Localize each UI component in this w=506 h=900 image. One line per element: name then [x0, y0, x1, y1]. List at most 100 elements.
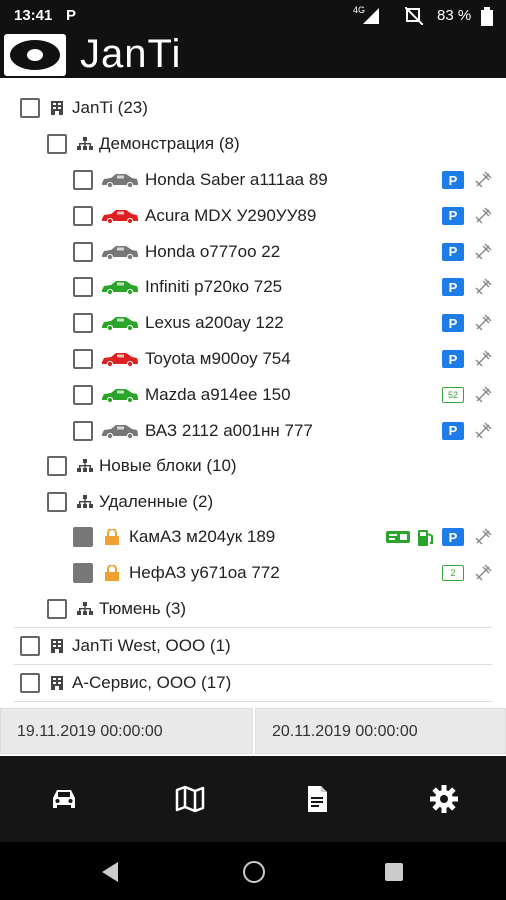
vehicle-row[interactable]: Acura MDX У290УУ89 P [73, 198, 492, 234]
parking-badge: P [442, 171, 464, 189]
back-icon[interactable] [102, 862, 120, 882]
car-icon [102, 245, 138, 260]
settings-icon[interactable] [428, 783, 460, 815]
satellite-icon[interactable] [474, 386, 492, 404]
satellite-icon[interactable] [474, 528, 492, 546]
vehicle-label: Infiniti р720ко 725 [145, 277, 283, 297]
battery-percent: 83 % [437, 7, 472, 24]
building-icon [50, 101, 64, 115]
checkbox[interactable] [73, 241, 93, 262]
checkbox[interactable] [47, 599, 67, 619]
vehicle-row[interactable]: Mazda а914ее 150 52 [73, 377, 492, 413]
checkbox[interactable] [73, 277, 93, 298]
vehicle-label: ВАЗ 2112 а001нн 777 [145, 420, 313, 440]
group-label: JanTi (23) [72, 98, 148, 117]
subgroup-new-blocks[interactable]: Новые блоки (10) [47, 448, 237, 484]
vehicle-label: Lexus а200ау 122 [145, 313, 284, 333]
lock-icon [105, 529, 119, 545]
subgroup-demo[interactable]: Демонстрация (8) [47, 126, 240, 162]
satellite-icon[interactable] [474, 243, 492, 261]
parking-badge: P [442, 206, 464, 225]
vehicle-label: КамАЗ м204ук 189 [129, 527, 276, 546]
checkbox[interactable] [47, 456, 67, 476]
checkbox[interactable] [20, 673, 40, 693]
parking-badge: P [442, 528, 464, 546]
vehicle-label: НефАЗ у671оа 772 [129, 563, 280, 582]
status-time: 13:41 [14, 7, 53, 24]
checkbox[interactable] [73, 384, 93, 405]
group-janti[interactable]: JanTi (23) [20, 90, 148, 126]
vehicle-label: Mazda а914ее 150 [145, 384, 291, 404]
checkbox[interactable] [73, 170, 93, 190]
hierarchy-icon [77, 459, 93, 473]
vehicle-label: Honda о777оо 22 [145, 241, 281, 261]
wifi-off-icon [405, 7, 423, 25]
car-icon [102, 317, 138, 332]
subgroup-label: Демонстрация (8) [99, 134, 240, 153]
car-icon [102, 353, 138, 367]
satellite-icon[interactable] [474, 422, 492, 440]
satellite-icon[interactable] [474, 278, 492, 296]
vehicle-row[interactable]: Honda Saber а111аа 89 P [73, 162, 492, 198]
vehicle-row[interactable]: НефАЗ у671оа 772 2 [73, 555, 492, 591]
vehicle-row[interactable]: Toyota м900оу 754 P [73, 341, 492, 377]
satellite-icon[interactable] [474, 350, 492, 368]
car-icon [102, 174, 138, 188]
subgroup-tyumen[interactable]: Тюмень (3) [47, 591, 186, 627]
satellite-icon[interactable] [474, 564, 492, 582]
map-icon[interactable] [174, 783, 206, 815]
group-janti-west[interactable]: JanTi West, ООО (1) [20, 628, 231, 664]
date-range: 19.11.2019 00:00:00 20.11.2019 00:00:00 [0, 706, 506, 754]
bottom-nav [0, 756, 506, 842]
fuel-icon [418, 530, 433, 546]
checkbox[interactable] [73, 205, 93, 226]
hierarchy-icon [77, 495, 93, 509]
hierarchy-icon [77, 602, 93, 616]
checkbox[interactable] [73, 563, 93, 583]
checkbox[interactable] [47, 492, 67, 512]
status-bar: 13:41 P 4G 83 % [0, 0, 506, 32]
parking-badge: P [442, 421, 464, 440]
parking-badge: P [442, 314, 464, 333]
checkbox[interactable] [73, 313, 93, 334]
satellite-icon[interactable] [474, 207, 492, 225]
group-a-service[interactable]: А-Сервис, ООО (17) [20, 665, 231, 701]
battery-icon [481, 7, 493, 26]
satellite-icon[interactable] [474, 171, 492, 189]
signal-icon [363, 8, 379, 24]
checkbox[interactable] [47, 134, 67, 154]
app-bar: JanTi [0, 32, 506, 78]
report-icon[interactable] [301, 783, 333, 815]
checkbox[interactable] [73, 349, 93, 369]
home-icon[interactable] [242, 860, 266, 884]
building-icon [50, 639, 64, 653]
car-icon[interactable] [48, 783, 80, 815]
parking-badge: P [442, 278, 464, 297]
vehicle-row[interactable]: Honda о777оо 22 P [73, 234, 492, 270]
recents-icon[interactable] [385, 863, 403, 881]
checkbox[interactable] [20, 98, 40, 118]
building-icon [50, 676, 64, 690]
subgroup-label: Тюмень (3) [99, 599, 187, 618]
vehicle-row[interactable]: Infiniti р720ко 725 P [73, 269, 492, 305]
checkbox[interactable] [73, 527, 93, 547]
car-icon [102, 388, 138, 403]
divider [14, 701, 492, 702]
subgroup-deleted[interactable]: Удаленные (2) [47, 484, 213, 520]
notification-icon: P [66, 7, 77, 24]
group-label: JanTi West, ООО (1) [72, 636, 231, 655]
logo-icon [4, 34, 66, 76]
vehicle-row[interactable]: ВАЗ 2112 а001нн 777 P [73, 413, 492, 449]
checkbox[interactable] [73, 420, 93, 441]
date-to-field[interactable]: 20.11.2019 00:00:00 [255, 708, 506, 754]
vehicle-row[interactable]: Lexus а200ау 122 P [73, 305, 492, 341]
system-nav [0, 842, 506, 900]
car-icon [102, 281, 138, 296]
subgroup-label: Новые блоки (10) [99, 456, 237, 475]
car-icon [102, 424, 138, 439]
date-from-field[interactable]: 19.11.2019 00:00:00 [0, 708, 253, 754]
checkbox[interactable] [20, 636, 40, 656]
vehicle-row[interactable]: КамАЗ м204ук 189 P [73, 519, 492, 555]
satellite-icon[interactable] [474, 314, 492, 332]
app-title: JanTi [80, 32, 182, 76]
